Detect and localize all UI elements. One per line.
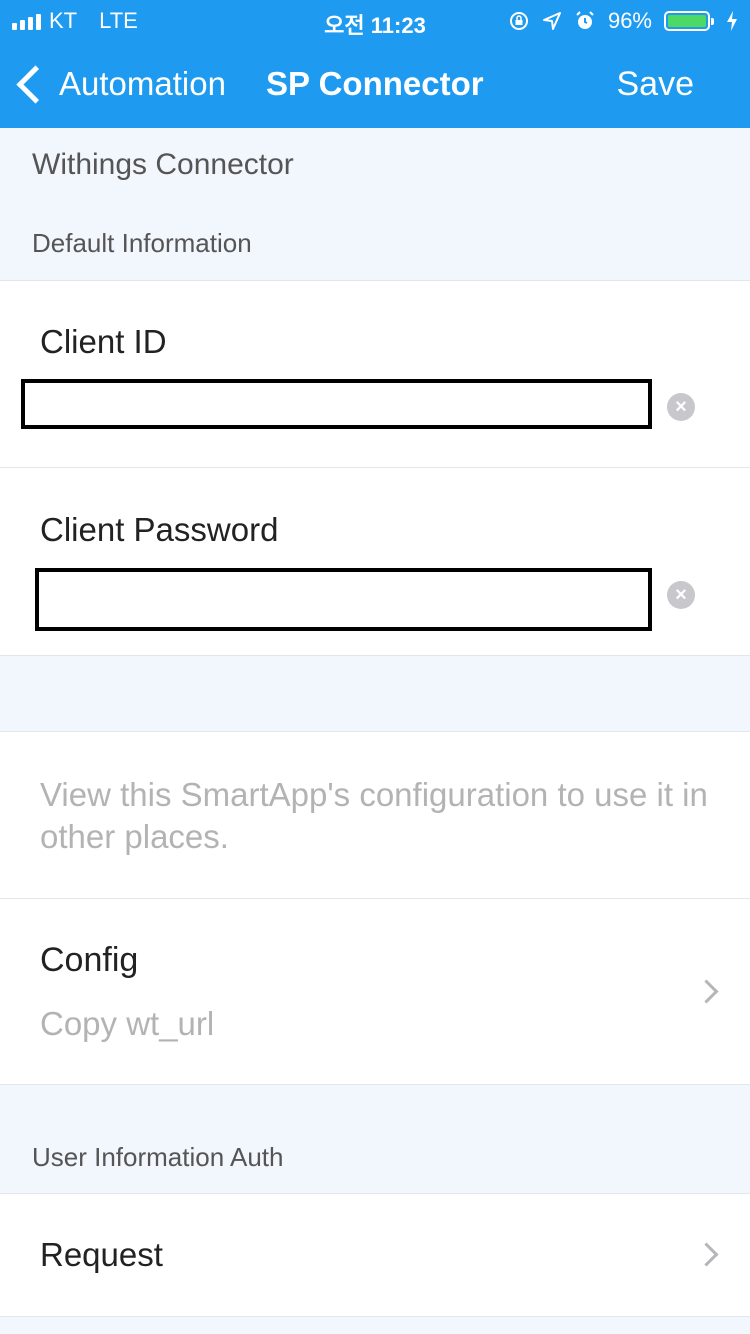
- request-row[interactable]: Request: [0, 1193, 750, 1317]
- config-subtitle: Copy wt_url: [40, 1005, 215, 1042]
- chevron-left-icon: [16, 64, 55, 104]
- chevron-right-icon: [694, 979, 719, 1004]
- request-label: Request: [40, 1236, 163, 1273]
- status-bar: KT LTE 오전 11:23 96%: [0, 0, 750, 40]
- client-password-label: Client Password: [40, 511, 279, 548]
- save-button[interactable]: Save: [617, 40, 695, 128]
- status-right: 96%: [508, 8, 738, 34]
- clear-client-id-icon[interactable]: ×: [667, 393, 695, 421]
- client-id-label: Client ID: [40, 323, 167, 360]
- clear-client-password-icon[interactable]: ×: [667, 581, 695, 609]
- credentials-card: Client ID × Client Password ×: [0, 280, 750, 656]
- lock-rotation-icon: [509, 12, 528, 30]
- config-card: View this SmartApp's configuration to us…: [0, 731, 750, 1085]
- client-password-input[interactable]: [35, 568, 652, 631]
- back-label: Automation: [59, 65, 226, 102]
- battery-icon: [664, 11, 714, 31]
- section-header-user-auth: User Information Auth: [32, 1142, 284, 1172]
- client-id-input[interactable]: [21, 379, 652, 429]
- field-divider: [0, 467, 750, 468]
- config-description: View this SmartApp's configuration to us…: [40, 776, 708, 855]
- app-name: Withings Connector: [32, 148, 294, 181]
- battery-percent: 96%: [607, 8, 652, 33]
- location-icon: [542, 12, 561, 30]
- page-title: SP Connector: [266, 65, 484, 102]
- section-header-default-info: Default Information: [32, 228, 252, 258]
- config-title: Config: [40, 941, 139, 979]
- chevron-right-icon: [694, 1242, 719, 1267]
- alarm-icon: [576, 11, 594, 29]
- back-button[interactable]: Automation: [16, 40, 226, 128]
- charging-icon: [727, 11, 737, 31]
- nav-bar: Automation SP Connector Save: [0, 40, 750, 128]
- config-row[interactable]: Config Copy wt_url: [0, 899, 750, 1085]
